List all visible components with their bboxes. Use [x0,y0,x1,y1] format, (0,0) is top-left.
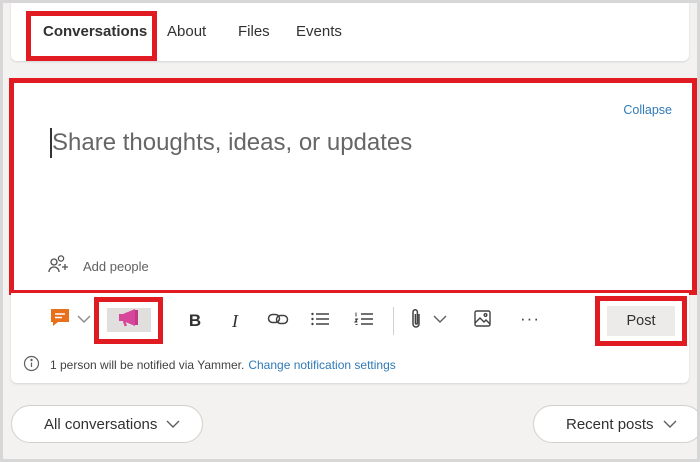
tab-files[interactable]: Files [238,23,270,40]
italic-icon: I [232,310,238,331]
link-icon [267,311,289,332]
italic-button[interactable]: I [223,308,247,334]
attachment-button[interactable] [405,308,427,334]
toolbar-divider [393,307,394,335]
chevron-down-icon [663,416,677,433]
announcement-icon [116,308,142,333]
composer-editor: Collapse Add people [9,78,697,295]
post-button[interactable]: Post [607,306,675,336]
message-type-button[interactable] [46,307,74,333]
notification-row: 1 person will be notified via Yammer. Ch… [23,355,396,375]
recent-posts-dropdown[interactable]: Recent posts [533,405,697,443]
chevron-down-icon [433,311,447,329]
all-conversations-dropdown[interactable]: All conversations [11,405,203,443]
message-type-dropdown[interactable] [74,311,94,329]
info-icon [23,355,40,375]
announcement-button[interactable] [107,308,151,332]
tab-about[interactable]: About [167,23,206,40]
share-input[interactable] [52,123,652,163]
add-people-icon [47,253,69,280]
tab-highlight-frame [26,11,157,61]
tab-events[interactable]: Events [296,23,342,40]
bulleted-list-button[interactable] [307,308,333,334]
numbered-list-button[interactable] [351,308,377,334]
bold-button[interactable]: B [183,308,207,334]
bold-icon: B [188,311,202,330]
bulleted-list-icon [310,311,330,332]
page: Conversations About Files Events Collaps… [3,3,697,459]
more-options-button[interactable]: ··· [517,306,543,332]
notification-text: 1 person will be notified via Yammer. [50,358,245,372]
announcement-highlight-frame [94,297,163,344]
numbered-list-icon [353,311,374,332]
all-conversations-label: All conversations [44,415,158,433]
chevron-down-icon [77,311,91,329]
change-notification-settings-link[interactable]: Change notification settings [248,358,395,372]
image-button[interactable] [470,308,494,334]
attachment-dropdown[interactable] [429,311,451,329]
recent-posts-label: Recent posts [566,415,654,433]
chevron-down-icon [166,416,180,433]
attachment-icon [410,308,422,335]
link-button[interactable] [265,308,291,334]
message-type-icon [49,307,71,334]
add-people-button[interactable]: Add people [47,253,149,280]
more-icon: ··· [520,309,540,328]
image-icon [473,310,491,332]
add-people-label: Add people [83,259,149,274]
post-highlight-frame: Post [595,296,687,346]
collapse-link[interactable]: Collapse [623,103,672,117]
